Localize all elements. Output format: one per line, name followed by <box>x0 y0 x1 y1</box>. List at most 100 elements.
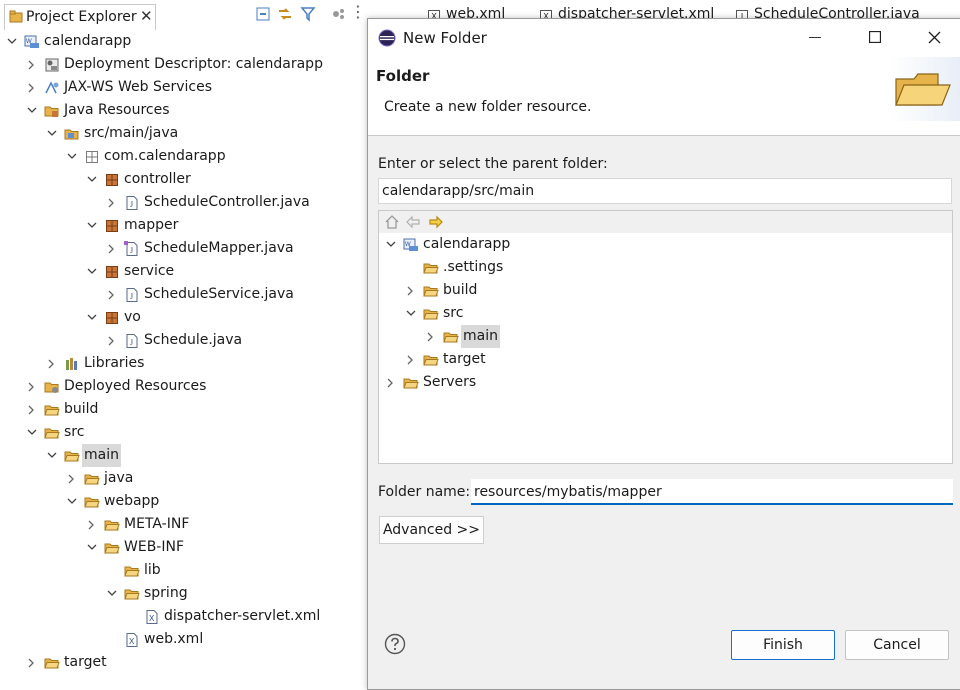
back-icon[interactable] <box>405 214 421 230</box>
java-file-icon: J <box>124 195 140 211</box>
tree-item-label: mapper <box>124 217 179 233</box>
chevron-down-icon[interactable] <box>66 490 78 513</box>
tab-label: Project Explorer <box>26 9 137 25</box>
chevron-right-icon[interactable] <box>26 398 38 421</box>
tree-item-label: Java Resources <box>64 102 170 118</box>
package-empty-icon <box>84 149 100 165</box>
tree-item-label: META-INF <box>124 516 190 532</box>
chevron-down-icon[interactable] <box>26 421 38 444</box>
twisty-placeholder <box>405 256 417 279</box>
chevron-down-icon[interactable] <box>26 99 38 122</box>
chevron-down-icon[interactable] <box>86 260 98 283</box>
svg-text:J: J <box>130 246 133 255</box>
tree-item-label: Schedule.java <box>144 332 243 348</box>
tree-item-label: calendarapp <box>423 236 511 252</box>
chevron-down-icon[interactable] <box>106 582 118 605</box>
home-icon[interactable] <box>384 214 400 230</box>
chevron-down-icon[interactable] <box>86 306 98 329</box>
package-icon <box>104 172 120 188</box>
chevron-right-icon[interactable] <box>106 329 118 352</box>
chevron-right-icon[interactable] <box>106 283 118 306</box>
close-button[interactable] <box>911 19 957 57</box>
package-icon <box>104 310 120 326</box>
tree-item-label: controller <box>124 171 191 187</box>
tree-item-label: src <box>443 305 464 321</box>
forward-icon[interactable] <box>428 214 444 230</box>
project-explorer-icon <box>9 10 23 23</box>
chevron-right-icon[interactable] <box>405 348 417 371</box>
minimize-icon <box>809 37 821 38</box>
finish-button[interactable]: Finish <box>731 630 835 660</box>
chevron-right-icon[interactable] <box>385 371 397 394</box>
source-folder-icon <box>64 126 80 142</box>
folder-icon <box>84 494 100 510</box>
java-interface-file-icon: J <box>124 241 140 257</box>
parent-folder-input[interactable] <box>378 178 952 204</box>
tree-item-label: com.calendarapp <box>104 148 226 164</box>
close-icon[interactable]: ✕ <box>140 7 153 25</box>
focus-icon[interactable] <box>331 6 347 22</box>
filter-icon[interactable] <box>300 6 316 22</box>
folder-icon <box>423 306 439 322</box>
collapse-all-icon[interactable] <box>255 6 271 22</box>
tree-item-label: .settings <box>443 259 504 275</box>
chevron-right-icon[interactable] <box>106 237 118 260</box>
new-folder-dialog: New Folder Folder Create a new folder re… <box>367 18 960 690</box>
chevron-right-icon[interactable] <box>405 279 417 302</box>
tree-item-label: ScheduleMapper.java <box>144 240 294 256</box>
folder-icon <box>104 517 120 533</box>
maximize-button[interactable] <box>852 19 898 57</box>
chevron-right-icon[interactable] <box>86 513 98 536</box>
minimize-button[interactable] <box>792 19 838 57</box>
tree-item-label: Deployment Descriptor: calendarapp <box>64 56 323 72</box>
chevron-right-icon[interactable] <box>46 352 58 375</box>
link-with-editor-icon[interactable] <box>277 6 293 22</box>
chevron-down-icon[interactable] <box>6 30 18 53</box>
chevron-down-icon[interactable] <box>46 122 58 145</box>
chevron-right-icon[interactable] <box>66 467 78 490</box>
tree-item-label: build <box>64 401 99 417</box>
parent-folder-tree[interactable]: Wcalendarapp .settings build src main target S… <box>378 210 953 464</box>
chevron-right-icon[interactable] <box>106 191 118 214</box>
chevron-right-icon[interactable] <box>26 651 38 674</box>
explorer-tab-bar: Project Explorer ✕ ⋮ <box>0 0 368 30</box>
tab-project-explorer[interactable]: Project Explorer ✕ <box>4 4 156 30</box>
help-icon[interactable] <box>384 633 406 655</box>
chevron-down-icon[interactable] <box>385 233 397 256</box>
view-menu-icon[interactable]: ⋮ <box>350 2 366 21</box>
chevron-down-icon[interactable] <box>86 214 98 237</box>
folder-icon <box>84 471 100 487</box>
chevron-down-icon[interactable] <box>66 145 78 168</box>
deployment-descriptor-icon <box>44 57 60 73</box>
close-icon <box>928 31 941 44</box>
folder-icon <box>44 655 60 671</box>
dialog-title-bar[interactable]: New Folder <box>368 19 960 57</box>
chevron-right-icon[interactable] <box>26 76 38 99</box>
chevron-right-icon[interactable] <box>26 375 38 398</box>
tree-item-label: java <box>104 470 134 486</box>
tree-item-label: target <box>443 351 486 367</box>
tree-item-label: build <box>443 282 478 298</box>
tree-item-label: service <box>124 263 175 279</box>
folder-name-label: Folder name: <box>378 484 471 500</box>
tree-item-label: Deployed Resources <box>64 378 207 394</box>
banner-title: Folder <box>376 67 430 85</box>
advanced-button[interactable]: Advanced >> <box>379 516 484 544</box>
chevron-down-icon[interactable] <box>86 168 98 191</box>
chevron-down-icon[interactable] <box>86 536 98 559</box>
java-file-icon: J <box>124 287 140 303</box>
editor-tabs: Xweb.xml Xdispatcher-servlet.xml J Schedu… <box>426 0 960 20</box>
folder-name-input[interactable] <box>471 479 953 505</box>
deployed-resources-icon <box>44 379 60 395</box>
twisty-placeholder <box>106 559 118 582</box>
chevron-right-icon[interactable] <box>425 325 437 348</box>
chevron-right-icon[interactable] <box>26 53 38 76</box>
tree-item-label: webapp <box>104 493 160 509</box>
cancel-button[interactable]: Cancel <box>845 630 949 660</box>
xml-file-icon: X <box>144 609 160 625</box>
folder-icon <box>423 260 439 276</box>
java-file-icon: J <box>124 333 140 349</box>
chevron-down-icon[interactable] <box>405 302 417 325</box>
chevron-down-icon[interactable] <box>46 444 58 467</box>
tree-item-label: target <box>64 654 107 670</box>
